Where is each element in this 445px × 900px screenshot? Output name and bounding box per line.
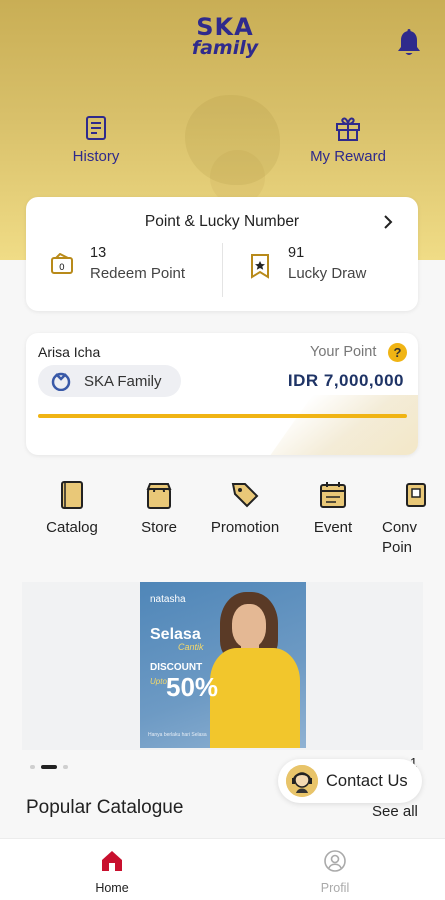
lucky-draw-item[interactable]: 91 Lucky Draw bbox=[288, 245, 366, 282]
help-icon[interactable]: ? bbox=[388, 343, 407, 362]
redeem-point-value: 13 bbox=[90, 245, 107, 261]
point-progress-fill bbox=[38, 414, 407, 418]
my-reward-button[interactable]: My Reward bbox=[288, 114, 408, 166]
tab-label: Profil bbox=[320, 881, 350, 895]
point-lucky-card[interactable]: Point & Lucky Number 0 13 Redeem Point 9… bbox=[26, 197, 418, 311]
banner-model-face bbox=[232, 604, 266, 648]
gift-icon bbox=[336, 117, 360, 141]
tab-profil[interactable]: Profil bbox=[295, 849, 375, 897]
menu-label: Conv Poin bbox=[382, 519, 418, 556]
lucky-draw-label: Lucky Draw bbox=[288, 265, 367, 282]
banner-fine-print: Hanya berlaku hari Selasa bbox=[148, 732, 207, 738]
banner-brand: natasha bbox=[150, 594, 186, 605]
catalog-icon bbox=[61, 481, 83, 509]
menu-catalog[interactable]: Catalog bbox=[29, 480, 115, 538]
history-icon bbox=[86, 116, 106, 140]
contact-us-button[interactable]: Contact Us bbox=[278, 759, 422, 803]
banner-model-dress bbox=[210, 648, 300, 748]
popular-catalogue-title: Popular Catalogue bbox=[26, 797, 184, 818]
home-icon bbox=[102, 851, 122, 871]
store-bag-icon bbox=[146, 483, 172, 509]
history-label: History bbox=[72, 148, 120, 165]
see-all-link[interactable]: See all bbox=[372, 803, 418, 820]
tier-label: SKA Family bbox=[84, 373, 162, 390]
member-card[interactable]: Arisa Icha SKA Family Your Point ? IDR 7… bbox=[26, 333, 418, 455]
menu-label: Event bbox=[313, 519, 353, 536]
tier-icon bbox=[50, 371, 72, 396]
bottom-tab-bar: Home Profil bbox=[0, 838, 445, 900]
menu-store[interactable]: Store bbox=[116, 480, 202, 538]
banner-percent: 50% bbox=[166, 672, 219, 702]
quick-menu: Catalog Store Promotion Event Conv Poin bbox=[0, 480, 445, 560]
menu-label: Catalog bbox=[46, 519, 98, 536]
chevron-right-icon[interactable] bbox=[382, 213, 394, 236]
bell-icon[interactable] bbox=[395, 28, 423, 58]
tab-label: Home bbox=[95, 881, 129, 895]
promo-carousel[interactable]: natasha Selasa Cantik DISCOUNT Upto 50% … bbox=[22, 582, 423, 750]
svg-text:0: 0 bbox=[59, 263, 65, 273]
tag-icon bbox=[231, 483, 259, 508]
carousel-dot[interactable] bbox=[30, 765, 35, 769]
points-card-title: Point & Lucky Number bbox=[144, 213, 300, 230]
lucky-draw-value: 91 bbox=[288, 245, 305, 261]
tab-home[interactable]: Home bbox=[72, 849, 152, 897]
contact-us-label: Contact Us bbox=[326, 772, 408, 790]
convert-point-icon bbox=[406, 483, 426, 507]
customer-service-icon bbox=[286, 765, 318, 797]
my-reward-label: My Reward bbox=[310, 148, 386, 165]
redeem-point-label: Redeem Point bbox=[90, 265, 186, 282]
menu-convert-point[interactable]: Conv Poin bbox=[382, 480, 445, 558]
menu-label: Promotion bbox=[210, 519, 280, 536]
carousel-dot[interactable] bbox=[63, 765, 68, 769]
menu-label: Store bbox=[141, 519, 177, 536]
carousel-dot[interactable] bbox=[41, 765, 57, 769]
coupon-icon: 0 bbox=[50, 252, 74, 280]
menu-event[interactable]: Event bbox=[290, 480, 376, 538]
promo-banner[interactable]: natasha Selasa Cantik DISCOUNT Upto 50% … bbox=[140, 582, 306, 748]
banner-upto: Upto bbox=[150, 677, 167, 686]
tier-badge: SKA Family bbox=[38, 365, 181, 397]
history-button[interactable]: History bbox=[36, 114, 156, 166]
divider bbox=[222, 243, 223, 297]
point-amount: IDR 7,000,000 bbox=[287, 371, 404, 390]
banner-script: Cantik bbox=[178, 642, 204, 652]
ticket-star-icon bbox=[248, 253, 272, 284]
calendar-icon bbox=[320, 482, 346, 508]
card-decoration bbox=[263, 395, 418, 455]
app-logo: SKA family bbox=[191, 13, 259, 59]
member-name: Arisa Icha bbox=[38, 344, 101, 360]
your-point-label: Your Point bbox=[310, 344, 377, 360]
profile-icon bbox=[324, 850, 346, 872]
menu-promotion[interactable]: Promotion bbox=[202, 480, 288, 538]
redeem-point-item[interactable]: 13 Redeem Point bbox=[90, 245, 185, 282]
point-progress-bar bbox=[38, 414, 407, 418]
